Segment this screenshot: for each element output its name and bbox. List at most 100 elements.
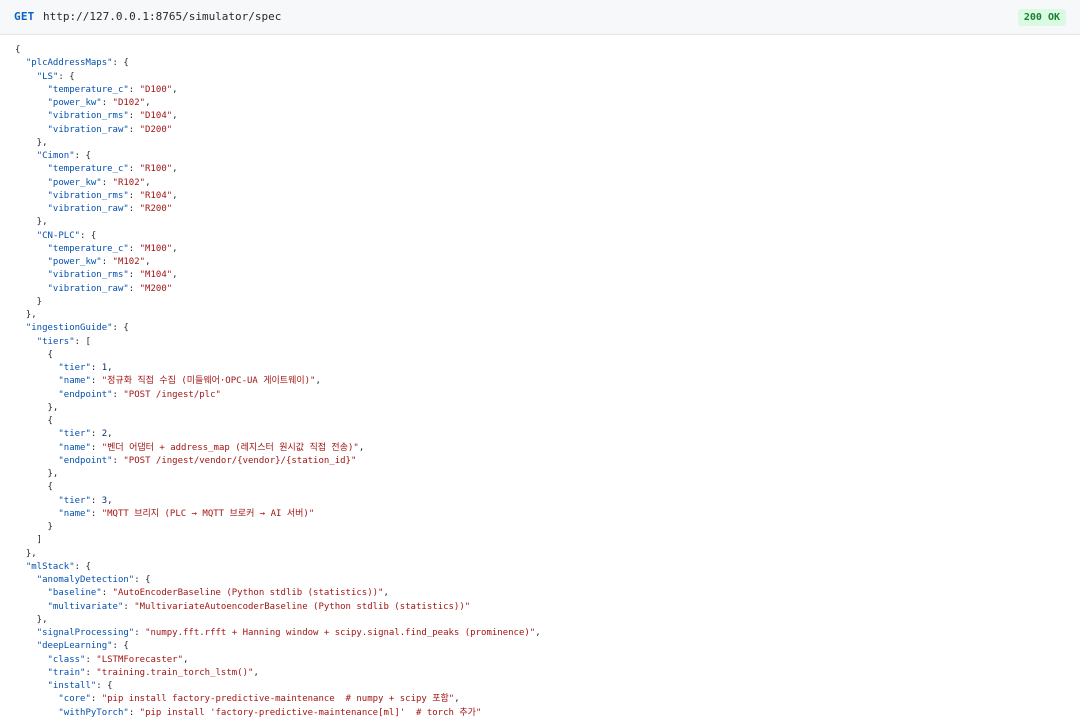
json-punct: : (128, 204, 140, 214)
json-value: "AutoEncoderBaseline (Python stdlib (sta… (112, 588, 384, 599)
json-line: "vibration_raw": "M200" (15, 283, 541, 296)
json-punct: , (172, 84, 178, 95)
json-key: "tiers" (36, 336, 75, 347)
json-line: "baseline": "AutoEncoderBaseline (Python… (15, 587, 541, 600)
json-punct: : (101, 257, 113, 267)
json-punct (15, 284, 48, 294)
json-line: "install": { (15, 680, 541, 693)
json-line: "anomalyDetection": { (15, 574, 541, 587)
json-punct: : (128, 190, 140, 201)
json-key: "Cimon" (36, 151, 75, 161)
json-punct: { (15, 349, 53, 360)
json-punct: : { (112, 641, 129, 652)
json-key: "vibration_rms" (47, 190, 129, 201)
json-punct: }, (15, 469, 59, 479)
json-line: "power_kw": "R102", (15, 177, 541, 190)
json-value: "정규화 직접 수집 (미들웨어·OPC-UA 게이트웨이)" (101, 376, 316, 387)
json-punct (15, 337, 37, 347)
json-punct: , (383, 588, 389, 599)
json-value: "numpy.fft.rfft + Hanning window + scipy… (145, 628, 536, 638)
json-line: { (15, 415, 541, 428)
json-punct: }, (15, 614, 48, 625)
json-value: "D104" (139, 111, 173, 122)
json-punct: , (172, 164, 178, 175)
json-punct (15, 178, 48, 188)
json-punct: : (90, 694, 102, 705)
json-key: "multivariate" (47, 601, 124, 612)
json-punct: , (107, 363, 113, 373)
json-line: { (15, 481, 541, 494)
json-punct (15, 98, 48, 108)
json-punct: , (145, 257, 151, 267)
request-url[interactable]: http://127.0.0.1:8765/simulator/spec (43, 10, 281, 23)
json-punct: : (90, 363, 102, 373)
json-key: "mlStack" (25, 561, 75, 572)
json-key: "class" (47, 654, 86, 665)
json-key: "temperature_c" (47, 84, 129, 95)
json-value: "R200" (139, 204, 173, 214)
json-punct (15, 151, 37, 161)
json-line: "tier": 2, (15, 428, 541, 441)
json-punct (15, 85, 48, 95)
json-key: "name" (58, 508, 91, 519)
json-line: "temperature_c": "R100", (15, 163, 541, 176)
json-punct (15, 270, 48, 280)
json-punct: , (172, 111, 178, 122)
json-punct: : (101, 177, 113, 188)
json-punct: : (90, 495, 102, 506)
json-value: "벤더 어댑터 + address_map (레지스터 원시값 직접 전송)" (101, 442, 359, 453)
json-punct (15, 429, 58, 439)
json-punct: : (128, 270, 140, 281)
status-badge: 200 OK (1017, 9, 1066, 26)
json-punct: { (15, 45, 21, 55)
json-line: "tier": 1, (15, 362, 541, 375)
json-punct: : { (80, 230, 97, 241)
json-value: "D102" (112, 98, 146, 108)
json-punct (15, 191, 48, 201)
json-punct (15, 641, 37, 651)
json-punct (15, 668, 48, 678)
json-line: "CN-PLC": { (15, 230, 541, 243)
json-line: }, (15, 137, 541, 150)
json-value: "LSTMForecaster" (96, 654, 183, 665)
json-punct (15, 390, 58, 400)
json-punct (15, 257, 48, 267)
json-key: "LS" (36, 71, 59, 82)
json-punct: : (112, 389, 124, 400)
json-line: "tiers": [ (15, 336, 541, 349)
json-value: "M102" (112, 257, 146, 267)
json-punct: }, (15, 548, 37, 559)
json-punct: } (15, 522, 53, 532)
json-punct: : { (134, 575, 151, 585)
json-key: "plcAddressMaps" (25, 58, 113, 69)
json-punct: : (90, 442, 102, 453)
json-punct: : (101, 588, 113, 599)
json-value: "MQTT 브리지 (PLC → MQTT 브로커 → AI 서버)" (101, 508, 315, 519)
json-punct: : (112, 455, 124, 466)
json-line: } (15, 521, 541, 534)
json-punct (15, 323, 26, 333)
json-line: } (15, 296, 541, 309)
json-punct (15, 575, 37, 585)
json-key: "deepLearning" (36, 641, 113, 652)
json-line: "vibration_rms": "D104", (15, 110, 541, 123)
json-value: "D200" (139, 124, 173, 135)
json-punct (15, 681, 48, 691)
json-punct (15, 443, 58, 453)
json-line: "deepLearning": { (15, 640, 541, 653)
json-punct: { (15, 416, 53, 426)
json-line: "power_kw": "D102", (15, 97, 541, 110)
json-punct (15, 456, 58, 466)
response-body[interactable]: { "plcAddressMaps": { "LS": { "temperatu… (0, 35, 1080, 720)
json-punct: , (535, 628, 541, 638)
json-value: "R104" (139, 190, 173, 201)
json-key: "train" (47, 667, 86, 678)
json-line: "temperature_c": "D100", (15, 84, 541, 97)
json-punct: , (172, 270, 178, 281)
json-value: "M200" (139, 283, 173, 294)
json-line: "power_kw": "M102", (15, 256, 541, 269)
json-punct (15, 244, 48, 254)
json-value: "training.train_torch_lstm()" (96, 667, 254, 678)
json-line: "endpoint": "POST /ingest/vendor/{vendor… (15, 455, 541, 468)
json-value: "R102" (112, 177, 146, 188)
